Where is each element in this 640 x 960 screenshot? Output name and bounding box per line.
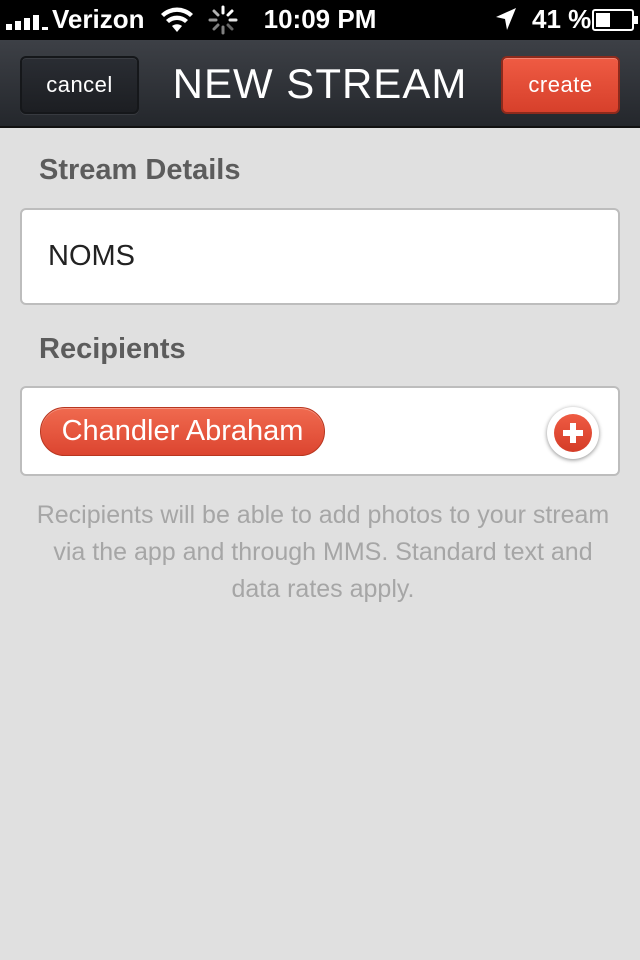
recipients-field[interactable]: Chandler Abraham — [20, 386, 620, 476]
location-arrow-icon — [496, 8, 516, 30]
recipient-chip[interactable]: Chandler Abraham — [40, 407, 325, 456]
stream-name-value[interactable]: NOMS — [48, 240, 135, 273]
stream-details-heading: Stream Details — [39, 154, 241, 186]
recipients-help-text: Recipients will be able to add photos to… — [36, 501, 610, 603]
add-recipient-button[interactable] — [547, 407, 599, 459]
recipients-heading: Recipients — [39, 333, 186, 365]
battery-percent: 41 % — [532, 4, 592, 34]
plus-icon — [554, 414, 592, 452]
status-bar: Verizon 10:09 PM 41 % — [0, 0, 640, 40]
battery-icon — [592, 9, 638, 31]
navigation-bar: cancel NEW STREAM create — [0, 40, 640, 128]
page-title: NEW STREAM — [172, 60, 468, 107]
create-button[interactable]: create — [501, 56, 620, 114]
cancel-button[interactable]: cancel — [20, 56, 139, 114]
stream-name-field[interactable]: NOMS — [20, 208, 620, 305]
battery-level — [596, 13, 610, 27]
